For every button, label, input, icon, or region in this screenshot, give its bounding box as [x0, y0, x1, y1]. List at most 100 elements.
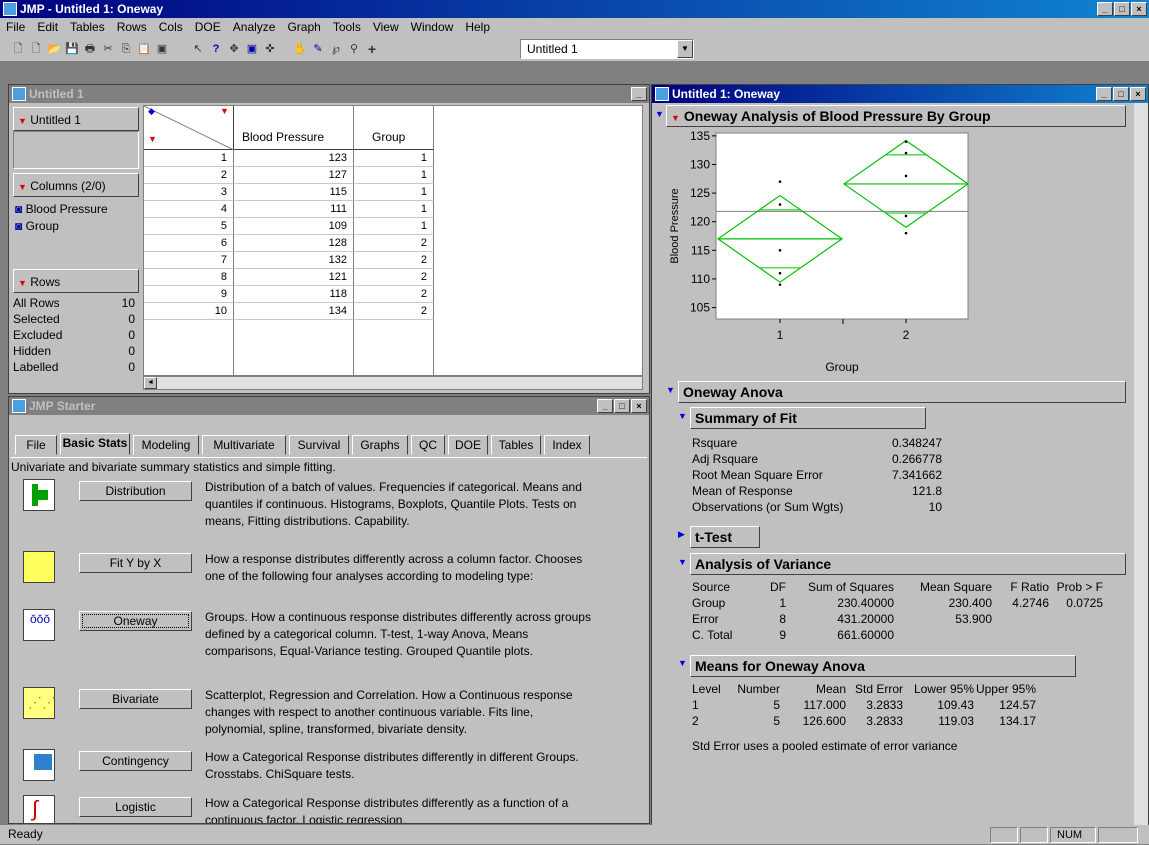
table-row[interactable]: 6 128 2	[144, 235, 642, 252]
logistic-icon[interactable]: ∫	[23, 795, 55, 823]
menu-rows[interactable]: Rows	[111, 18, 153, 36]
brush-tool-icon[interactable]: ✎	[310, 41, 326, 57]
summary-of-fit-header[interactable]: Summary of Fit	[690, 407, 926, 429]
red-triangle-icon[interactable]: ▼	[220, 106, 229, 116]
table-row[interactable]: 7 132 2	[144, 252, 642, 269]
row-number[interactable]: 2	[144, 167, 234, 184]
means-header[interactable]: Means for Oneway Anova	[690, 655, 1076, 677]
tab-basic-stats[interactable]: Basic Stats	[60, 433, 130, 455]
red-triangle-icon[interactable]: ▼	[148, 134, 157, 144]
cell-group[interactable]: 2	[354, 286, 434, 303]
table-row[interactable]: 5 109 1	[144, 218, 642, 235]
bivariate-icon[interactable]: ⋰⋰	[23, 687, 56, 719]
magnifier-tool-icon[interactable]: ⚲	[346, 41, 362, 57]
cell-blood-pressure[interactable]: 123	[234, 150, 354, 167]
logistic-button[interactable]: Logistic	[79, 797, 192, 817]
journal-icon[interactable]: ▣	[154, 41, 170, 57]
menu-analyze[interactable]: Analyze	[227, 18, 282, 36]
row-number[interactable]: 8	[144, 269, 234, 286]
cell-blood-pressure[interactable]: 109	[234, 218, 354, 235]
fit-y-by-x-icon[interactable]	[23, 551, 55, 583]
row-number[interactable]: 5	[144, 218, 234, 235]
cell-group[interactable]: 1	[354, 167, 434, 184]
starter-maximize-button[interactable]: □	[614, 399, 630, 413]
table-row[interactable]: 4 111 1	[144, 201, 642, 218]
row-number[interactable]: 1	[144, 150, 234, 167]
menu-help[interactable]: Help	[459, 18, 496, 36]
help-tool-icon[interactable]: ?	[208, 41, 224, 57]
row-number[interactable]: 4	[144, 201, 234, 218]
print-icon[interactable]: 🖶	[82, 41, 98, 57]
tab-index[interactable]: Index	[544, 435, 590, 455]
selection-tool-icon[interactable]: ✥	[226, 41, 242, 57]
tab-qc[interactable]: QC	[411, 435, 445, 455]
table-row[interactable]: 3 115 1	[144, 184, 642, 201]
minimize-button[interactable]: _	[1097, 2, 1113, 16]
disclosure-icon[interactable]: ▼	[666, 385, 675, 395]
table-row[interactable]: 2 127 1	[144, 167, 642, 184]
cell-blood-pressure[interactable]: 118	[234, 286, 354, 303]
vertical-scrollbar[interactable]	[1134, 103, 1148, 825]
contingency-button[interactable]: Contingency	[79, 751, 192, 771]
cell-blood-pressure[interactable]: 134	[234, 303, 354, 320]
row-number[interactable]: 3	[144, 184, 234, 201]
menu-tables[interactable]: Tables	[64, 18, 111, 36]
menu-doe[interactable]: DOE	[189, 18, 227, 36]
tab-graphs[interactable]: Graphs	[352, 435, 408, 455]
cell-group[interactable]: 2	[354, 269, 434, 286]
disclosure-icon[interactable]: ▼	[678, 411, 687, 421]
disclosure-icon[interactable]: ▼	[678, 557, 687, 567]
report-maximize-button[interactable]: □	[1113, 87, 1129, 101]
row-number[interactable]: 7	[144, 252, 234, 269]
report-minimize-button[interactable]: _	[1096, 87, 1112, 101]
disclosure-icon[interactable]: ▼	[655, 109, 664, 119]
cell-group[interactable]: 1	[354, 184, 434, 201]
blue-diamond-icon[interactable]: ◆	[148, 106, 155, 117]
starter-minimize-button[interactable]: _	[597, 399, 613, 413]
cell-blood-pressure[interactable]: 128	[234, 235, 354, 252]
col-header-group[interactable]: Group	[354, 106, 434, 150]
bivariate-button[interactable]: Bivariate	[79, 689, 192, 709]
paste-icon[interactable]: 📋	[136, 41, 152, 57]
tab-survival[interactable]: Survival	[289, 435, 349, 455]
columns-panel-header[interactable]: ▼ Columns (2/0)	[13, 173, 139, 197]
crosshair-tool-icon[interactable]: ✜	[262, 41, 278, 57]
cut-icon[interactable]: ✂	[100, 41, 116, 57]
new-table-icon[interactable]: 🗋	[28, 41, 44, 57]
red-triangle-icon[interactable]: ▼	[18, 182, 27, 192]
red-triangle-icon[interactable]: ▼	[18, 116, 27, 126]
cell-blood-pressure[interactable]: 115	[234, 184, 354, 201]
row-number[interactable]: 6	[144, 235, 234, 252]
tab-tables[interactable]: Tables	[491, 435, 541, 455]
menu-graph[interactable]: Graph	[281, 18, 326, 36]
oneway-button[interactable]: Oneway	[79, 611, 192, 631]
red-triangle-icon[interactable]: ▼	[18, 278, 27, 288]
chevron-down-icon[interactable]: ▼	[677, 40, 693, 58]
cell-blood-pressure[interactable]: 127	[234, 167, 354, 184]
arrow-tool-icon[interactable]: ↖	[190, 41, 206, 57]
cell-blood-pressure[interactable]: 111	[234, 201, 354, 218]
tab-multivariate[interactable]: Multivariate	[202, 435, 286, 455]
hand-tool-icon[interactable]: ✋	[292, 41, 308, 57]
oneway-icon[interactable]: ǒǒǒ	[23, 609, 55, 641]
column-item[interactable]: ◙ Group	[15, 218, 139, 235]
cell-group[interactable]: 2	[354, 303, 434, 320]
menu-window[interactable]: Window	[405, 18, 460, 36]
window-combo[interactable]: Untitled 1 ▼	[520, 39, 694, 59]
scroll-left-icon[interactable]: ◄	[144, 377, 157, 389]
cell-group[interactable]: 1	[354, 150, 434, 167]
distribution-icon[interactable]	[23, 479, 55, 511]
open-icon[interactable]: 📂	[46, 41, 62, 57]
table-row[interactable]: 1 123 1	[144, 150, 642, 167]
plus-tool-icon[interactable]: +	[364, 41, 380, 57]
contingency-icon[interactable]	[23, 749, 55, 781]
close-button[interactable]: ×	[1131, 2, 1147, 16]
fit-y-by-x-button[interactable]: Fit Y by X	[79, 553, 192, 573]
col-header-blood-pressure[interactable]: Blood Pressure	[234, 106, 354, 150]
starter-close-button[interactable]: ×	[631, 399, 647, 413]
aov-header[interactable]: Analysis of Variance	[690, 553, 1126, 575]
main-title-header[interactable]: ▼ Oneway Analysis of Blood Pressure By G…	[666, 105, 1126, 127]
menu-edit[interactable]: Edit	[31, 18, 64, 36]
ttest-header[interactable]: t-Test	[690, 526, 760, 548]
report-close-button[interactable]: ×	[1130, 87, 1146, 101]
